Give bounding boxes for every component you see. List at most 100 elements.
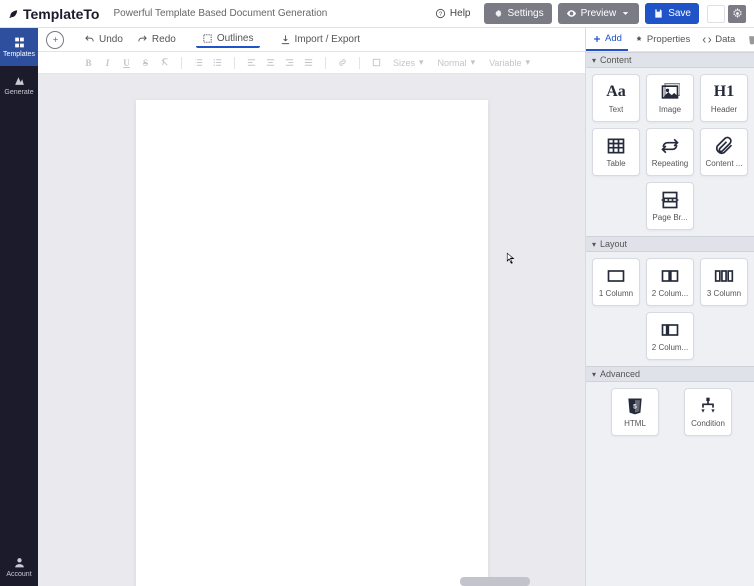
right-panel: Add Properties Data CSS Content Aa Text [585,28,754,586]
tile-page-break[interactable]: Page Br... [646,182,694,230]
right-panel-tabs: Add Properties Data CSS [586,28,754,52]
tile-2-column-a[interactable]: 2 Colum... [646,258,694,306]
tab-properties[interactable]: Properties [628,28,696,51]
html5-icon: 5 [625,396,645,416]
nav-templates[interactable]: Templates [0,28,38,66]
tab-data[interactable]: Data [696,28,741,51]
list-bullet-button[interactable] [211,56,224,69]
generate-icon [13,74,26,87]
section-header-advanced[interactable]: Advanced [586,366,754,382]
settings-button[interactable]: Settings [484,3,551,24]
undo-icon [84,34,95,45]
strike-button[interactable]: S [139,56,152,69]
save-icon [653,8,664,19]
eye-icon [566,8,577,19]
tile-3-column[interactable]: 3 Column [700,258,748,306]
align-justify-button[interactable] [302,56,315,69]
svg-text:5: 5 [633,404,637,411]
avatar[interactable] [707,5,725,23]
account-icon [13,556,26,569]
properties-icon [634,35,644,45]
editor-area: Undo Redo Outlines Import / Export B I U… [38,28,585,586]
tab-css[interactable]: CSS [741,28,754,51]
mouse-cursor [506,252,516,269]
layout-tiles: 1 Column 2 Colum... 3 Column 2 Colum... [586,252,754,366]
repeating-icon [660,136,680,156]
three-column-icon [714,266,734,286]
save-button[interactable]: Save [645,3,699,24]
outlines-toggle[interactable]: Outlines [196,31,260,48]
advanced-tiles: 5 HTML Condition [586,382,754,442]
tile-html[interactable]: 5 HTML [611,388,659,436]
import-export-button[interactable]: Import / Export [274,32,367,47]
gear-icon [732,8,743,19]
table-icon [606,136,626,156]
page-break-icon [660,190,680,210]
tile-content-block[interactable]: Content ... [700,128,748,176]
chevron-down-icon [620,8,631,19]
document-page[interactable] [136,100,488,586]
redo-button[interactable]: Redo [131,32,182,47]
italic-button[interactable]: I [101,56,114,69]
variable-select[interactable]: Variable▾ [485,57,534,68]
tile-repeating[interactable]: Repeating [646,128,694,176]
attachment-icon [714,136,734,156]
logo-text: TemplateTo [23,6,100,22]
underline-button[interactable]: U [120,56,133,69]
condition-icon [698,396,718,416]
format-toolbar: B I U S Sizes▾ Normal▾ Variable▾ [38,52,585,74]
horizontal-scrollbar-thumb[interactable] [460,577,530,586]
color-button[interactable] [370,56,383,69]
tile-condition[interactable]: Condition [684,388,732,436]
tile-table[interactable]: Table [592,128,640,176]
nav-account[interactable]: Account [0,548,38,586]
tile-header[interactable]: H1 Header [700,74,748,122]
account-settings-button[interactable] [728,5,746,23]
data-icon [702,35,712,45]
header-icon: H1 [714,82,734,102]
gear-icon [492,8,503,19]
section-header-layout[interactable]: Layout [586,236,754,252]
text-icon: Aa [606,82,626,102]
tagline: Powerful Template Based Document Generat… [114,8,328,19]
image-icon [660,82,680,102]
import-export-icon [280,34,291,45]
feather-icon [8,7,19,21]
two-column-icon [660,266,680,286]
tile-1-column[interactable]: 1 Column [592,258,640,306]
canvas[interactable] [38,74,585,586]
tile-image[interactable]: Image [646,74,694,122]
one-column-icon [606,266,626,286]
content-tiles: Aa Text Image H1 Header Table Repeating [586,68,754,236]
templates-icon [13,36,26,49]
outlines-icon [202,33,213,44]
left-sidebar: Templates Generate Account [0,28,38,586]
tab-add[interactable]: Add [586,28,628,51]
align-left-button[interactable] [245,56,258,69]
plus-icon [51,35,60,44]
nav-generate[interactable]: Generate [0,66,38,104]
editor-toolbar: Undo Redo Outlines Import / Export [38,28,585,52]
tile-2-column-b[interactable]: 2 Colum... [646,312,694,360]
clear-format-button[interactable] [158,56,171,69]
css-icon [747,35,754,45]
help-button[interactable]: ? Help [427,3,479,24]
tile-text[interactable]: Aa Text [592,74,640,122]
bold-button[interactable]: B [82,56,95,69]
section-header-content[interactable]: Content [586,52,754,68]
preview-button[interactable]: Preview [558,3,640,24]
add-circle-button[interactable] [46,31,64,49]
logo[interactable]: TemplateTo [8,6,100,22]
align-center-button[interactable] [264,56,277,69]
font-select[interactable]: Normal▾ [434,57,480,68]
size-select[interactable]: Sizes▾ [389,57,428,68]
undo-button[interactable]: Undo [78,32,129,47]
two-column-alt-icon [660,320,680,340]
list-ordered-button[interactable] [192,56,205,69]
link-button[interactable] [336,56,349,69]
redo-icon [137,34,148,45]
align-right-button[interactable] [283,56,296,69]
plus-icon [592,34,602,44]
help-icon: ? [435,8,446,19]
app-header: TemplateTo Powerful Template Based Docum… [0,0,754,28]
